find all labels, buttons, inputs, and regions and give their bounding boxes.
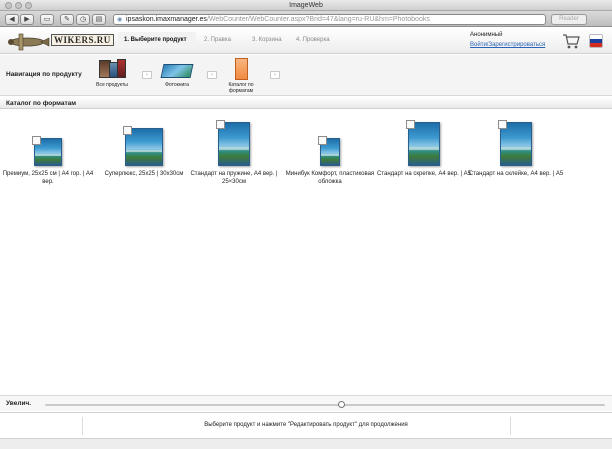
- sidebar-button[interactable]: ▭: [40, 14, 54, 25]
- zoom-slider-track[interactable]: [45, 404, 605, 406]
- book-tab-icon: [498, 120, 507, 129]
- crumb-arrow-icon: ›: [207, 71, 217, 79]
- globe-icon: ◉: [117, 17, 123, 23]
- settings-button[interactable]: ✎: [60, 14, 74, 25]
- photobook-thumbnail: [318, 136, 340, 166]
- status-bar: Выберите продукт и нажмите "Редактироват…: [0, 412, 612, 438]
- product-minibook-comfort[interactable]: Минибук Комфорт, пластиковая обложка: [282, 120, 378, 186]
- browser-toolbar: ◀ ▶ ▭ ✎ ◷ ▤ ◉ ipsaskon.imaxmanager.es/We…: [0, 11, 612, 27]
- clock-icon: ◷: [79, 16, 87, 23]
- crumb-format-catalog[interactable]: Каталог по форматам: [221, 58, 261, 94]
- crumb-label: Все продукты: [96, 82, 128, 88]
- address-bar[interactable]: ◉ ipsaskon.imaxmanager.es/WebCounter/Web…: [113, 14, 546, 25]
- book-tab-icon: [406, 120, 415, 129]
- forward-arrow-icon: ▶: [24, 16, 30, 23]
- user-name: Анонимный: [470, 32, 503, 38]
- airplane-logo-icon: [8, 33, 50, 51]
- crumb-label: Каталог по форматам: [228, 82, 254, 94]
- book-tab-icon: [318, 136, 327, 145]
- navigation-title: Навигация по продукту: [6, 71, 82, 78]
- history-button[interactable]: ◷: [76, 14, 90, 25]
- step-cart[interactable]: 3. Корзина: [246, 32, 294, 48]
- format-icon: [226, 58, 256, 80]
- crumb-photobook[interactable]: Фотокнига: [157, 58, 197, 88]
- crumb-label: Фотокнига: [165, 82, 189, 88]
- product-standard-staple[interactable]: Стандарт на скрепке, A4 вер. | A5: [376, 120, 472, 178]
- reader-button[interactable]: Reader: [551, 14, 587, 25]
- status-message: Выберите продукт и нажмите "Редактироват…: [204, 422, 408, 428]
- site-logo[interactable]: WIKERS.RU: [5, 30, 115, 52]
- crumb-all-products[interactable]: Все продукты: [92, 58, 132, 88]
- crumb-arrow-icon: ›: [142, 71, 152, 79]
- back-button[interactable]: ◀: [5, 14, 19, 25]
- cart-button[interactable]: [562, 33, 580, 49]
- product-premium[interactable]: Премиум, 25x25 см | A4 гор. | A4 вер.: [0, 120, 96, 186]
- url-path: /WebCounter/WebCounter.aspx?Brid=47&lang…: [206, 16, 430, 23]
- logo-text: WIKERS.RU: [51, 34, 114, 46]
- photobook-icon: [160, 58, 194, 80]
- product-navigation: Навигация по продукту Все продукты › Фот…: [0, 55, 612, 96]
- flag-stripe-red: [590, 42, 602, 47]
- crumb-arrow-icon: ›: [270, 71, 280, 79]
- catalog-header: Каталог по форматам: [0, 97, 612, 109]
- window-titlebar: ImageWeb: [0, 0, 612, 11]
- book-tab-icon: [216, 120, 225, 129]
- product-label: Минибук Комфорт, пластиковая обложка: [285, 171, 375, 185]
- photobook-thumbnail: [406, 120, 440, 166]
- wrench-icon: ✎: [64, 16, 70, 23]
- photobook-thumbnail: [123, 126, 163, 166]
- forward-button[interactable]: ▶: [20, 14, 34, 25]
- product-grid: Премиум, 25x25 см | A4 гор. | A4 вер. Су…: [0, 110, 612, 390]
- zoom-bar: Увелич.: [0, 395, 612, 411]
- minimize-window-button[interactable]: [15, 2, 22, 9]
- product-label: Премиум, 25x25 см | A4 гор. | A4 вер.: [2, 171, 94, 185]
- catalog-title: Каталог по форматам: [6, 100, 77, 107]
- zoom-label: Увелич.: [6, 400, 32, 407]
- login-register-link[interactable]: Войти/Зарегистрироваться: [470, 40, 545, 50]
- photobook-thumbnail: [32, 136, 62, 166]
- bookmarks-button[interactable]: ▤: [92, 14, 106, 25]
- product-label: Стандарт на склейке, A4 вер. | A5: [468, 171, 564, 177]
- sidebar-icon: ▭: [43, 16, 51, 23]
- zoom-slider-thumb[interactable]: [337, 401, 345, 408]
- back-arrow-icon: ◀: [9, 16, 15, 23]
- step-review[interactable]: 4. Проверка: [290, 32, 344, 48]
- book-tab-icon: [32, 136, 41, 145]
- product-superlux[interactable]: Суперлюкс, 25x25 | 30x30см: [96, 120, 192, 178]
- book-icon: ▤: [95, 16, 103, 23]
- book-tab-icon: [123, 126, 132, 135]
- language-flag-ru[interactable]: [589, 34, 603, 48]
- product-label: Стандарт на пружине, A4 вер. | 25×30см: [190, 171, 278, 185]
- product-label: Суперлюкс, 25x25 | 30x30см: [104, 171, 184, 177]
- close-window-button[interactable]: [5, 2, 12, 9]
- photobook-thumbnail: [216, 120, 250, 166]
- user-box: Анонимный Войти/Зарегистрироваться: [470, 30, 545, 50]
- zoom-window-button[interactable]: [25, 2, 32, 9]
- product-standard-spring[interactable]: Стандарт на пружине, A4 вер. | 25×30см: [186, 120, 282, 186]
- photobook-thumbnail: [498, 120, 532, 166]
- window-bottom-bar: [0, 438, 612, 449]
- window-title: ImageWeb: [289, 2, 323, 9]
- product-label: Стандарт на скрепке, A4 вер. | A5: [376, 171, 472, 177]
- shopping-cart-icon: [563, 34, 580, 49]
- product-standard-glued[interactable]: Стандарт на склейке, A4 вер. | A5: [468, 120, 564, 178]
- url-host: ipsaskon.imaxmanager.es: [126, 16, 207, 23]
- step-edit[interactable]: 2. Правка: [198, 32, 240, 48]
- albums-icon: [97, 58, 127, 80]
- step-select-product[interactable]: 1. Выберите продукт: [118, 32, 196, 48]
